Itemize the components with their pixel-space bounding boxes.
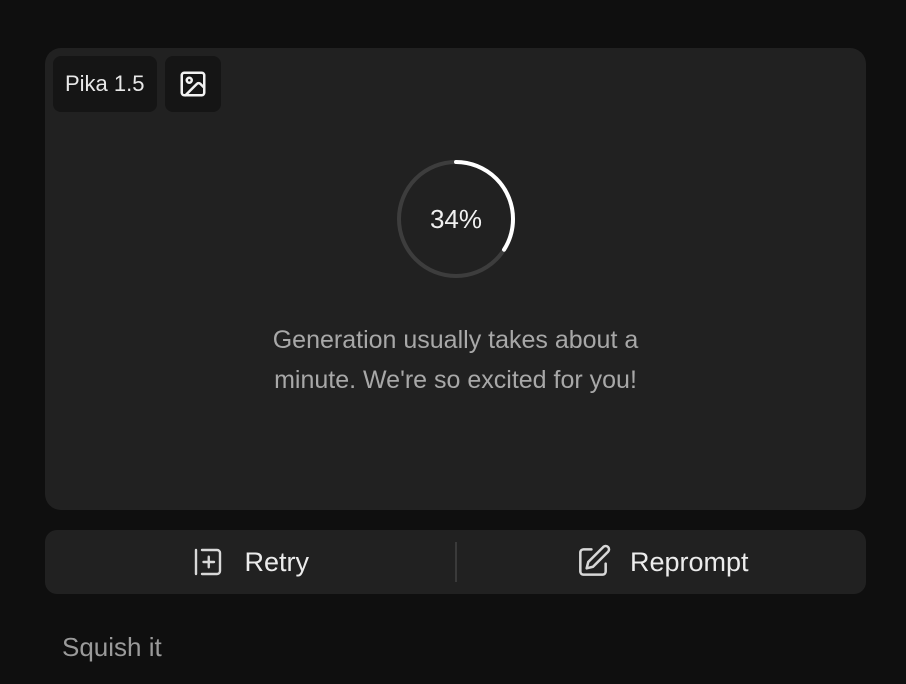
image-icon <box>180 71 205 97</box>
progress-percent: 34% <box>429 203 483 234</box>
prompt-text: Squish it <box>62 632 162 662</box>
edit-icon <box>579 544 611 576</box>
reprompt-label: Reprompt <box>629 546 749 577</box>
retry-icon <box>195 548 222 576</box>
model-badge: Pika 1.5 <box>53 56 157 112</box>
image-badge[interactable] <box>164 56 221 112</box>
status-message-line2: minute. We're so excited for you! <box>274 366 637 394</box>
page: Pika 1.5 34% Generation usually takes ab… <box>0 0 906 684</box>
reprompt-button[interactable]: Reprompt <box>457 530 867 594</box>
retry-label: Retry <box>244 546 309 577</box>
action-bar: Retry Reprompt <box>45 530 866 594</box>
retry-button[interactable]: Retry <box>45 530 455 594</box>
badge-row: Pika 1.5 <box>53 56 221 112</box>
progress-ring: 34% <box>395 158 517 280</box>
status-message-line1: Generation usually takes about a <box>272 326 639 354</box>
status-message: Generation usually takes about a minute.… <box>235 320 676 400</box>
generation-card: Pika 1.5 34% Generation usually takes ab… <box>45 48 866 510</box>
